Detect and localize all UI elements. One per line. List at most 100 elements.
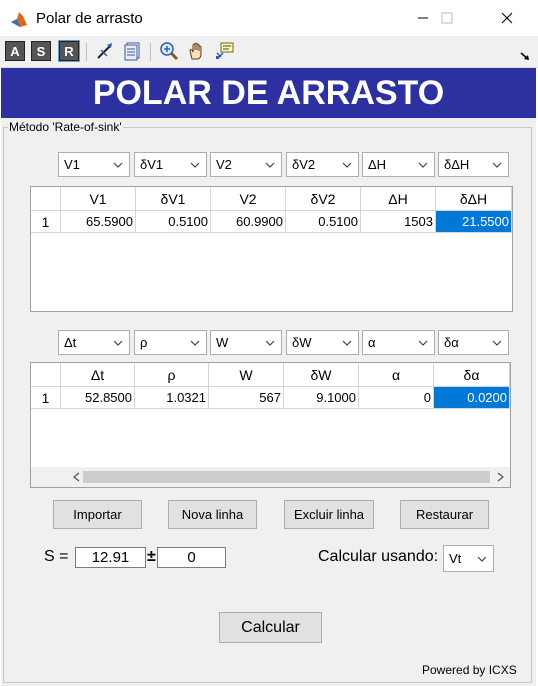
horizontal-scrollbar[interactable] bbox=[31, 467, 510, 487]
column-header[interactable]: V2 bbox=[211, 187, 286, 211]
chevron-down-icon bbox=[486, 331, 508, 354]
column-select-2[interactable]: δV1 bbox=[134, 152, 207, 177]
select-value: α bbox=[368, 335, 376, 350]
select-value: ΔH bbox=[368, 157, 387, 172]
column-header[interactable]: W bbox=[209, 363, 284, 387]
property-inspector-button[interactable] bbox=[122, 40, 144, 62]
select-value: δV2 bbox=[292, 157, 316, 172]
column-select-5[interactable]: ΔH bbox=[362, 152, 435, 177]
column-select-9[interactable]: W bbox=[210, 330, 282, 355]
column-select-7[interactable]: Δt bbox=[58, 330, 130, 355]
select-value: δα bbox=[444, 335, 459, 350]
column-select-1[interactable]: V1 bbox=[58, 152, 130, 177]
table-cell[interactable]: 0.5100 bbox=[286, 211, 361, 233]
table-cell[interactable]: 65.5900 bbox=[61, 211, 136, 233]
edit-plot-button[interactable] bbox=[94, 40, 116, 62]
pan-button[interactable] bbox=[186, 40, 208, 62]
column-select-11[interactable]: α bbox=[362, 330, 435, 355]
chevron-down-icon bbox=[184, 331, 206, 354]
import-button[interactable]: Importar bbox=[53, 500, 142, 529]
column-header[interactable]: α bbox=[359, 363, 434, 387]
scroll-right-icon[interactable] bbox=[490, 471, 510, 483]
powered-by-label: Powered by ICXS bbox=[422, 663, 517, 677]
chevron-down-icon bbox=[412, 153, 434, 176]
chevron-down-icon bbox=[471, 546, 493, 571]
column-select-10[interactable]: δW bbox=[286, 330, 359, 355]
s-value-field[interactable]: 12.91 bbox=[75, 547, 146, 568]
column-select-4[interactable]: δV2 bbox=[286, 152, 359, 177]
zoom-in-icon bbox=[160, 42, 179, 61]
zoom-in-button[interactable] bbox=[158, 40, 180, 62]
calc-using-select[interactable]: Vt bbox=[443, 545, 494, 572]
title-bar: Polar de arrasto bbox=[0, 0, 538, 36]
column-header[interactable]: V1 bbox=[61, 187, 136, 211]
column-select-12[interactable]: δα bbox=[438, 330, 509, 355]
chevron-down-icon bbox=[259, 331, 281, 354]
maximize-button[interactable] bbox=[424, 0, 470, 36]
select-value: Vt bbox=[449, 551, 462, 566]
data-cursor-button[interactable] bbox=[214, 40, 236, 62]
column-header[interactable]: δα bbox=[434, 363, 510, 387]
chevron-down-icon bbox=[486, 153, 508, 176]
table-cell[interactable]: 60.9900 bbox=[211, 211, 286, 233]
scrollbar-thumb[interactable] bbox=[83, 471, 490, 483]
delete-row-button[interactable]: Excluir linha bbox=[284, 500, 374, 529]
toolbar-separator bbox=[86, 43, 87, 61]
data-table-1[interactable]: V1 δV1 V2 δV2 ΔH δΔH 1 65.5900 0.5100 60… bbox=[30, 186, 513, 312]
column-header[interactable]: δW bbox=[284, 363, 359, 387]
data-table-2[interactable]: Δt ρ W δW α δα 1 52.8500 1.0321 567 9.10… bbox=[30, 362, 511, 488]
column-select-8[interactable]: ρ bbox=[134, 330, 207, 355]
table-cell[interactable]: 1503 bbox=[361, 211, 436, 233]
page-title-banner: POLAR DE ARRASTO bbox=[1, 68, 536, 118]
select-value: δΔH bbox=[444, 157, 470, 172]
select-value: W bbox=[216, 335, 229, 350]
new-row-button[interactable]: Nova linha bbox=[168, 500, 257, 529]
calc-using-label: Calcular usando: bbox=[318, 548, 439, 565]
restore-button[interactable]: Restaurar bbox=[400, 500, 489, 529]
plus-minus-label: ± bbox=[147, 548, 156, 565]
chevron-down-icon bbox=[184, 153, 206, 176]
chevron-down-icon bbox=[107, 153, 129, 176]
chevron-down-icon bbox=[412, 331, 434, 354]
toolbar-dock-arrow-icon[interactable] bbox=[520, 48, 530, 66]
table-cell-selected[interactable]: 0.0200 bbox=[434, 387, 510, 409]
table-cell[interactable]: 52.8500 bbox=[61, 387, 135, 409]
chevron-down-icon bbox=[336, 331, 358, 354]
row-number[interactable]: 1 bbox=[31, 211, 61, 233]
calculate-button[interactable]: Calcular bbox=[219, 612, 322, 643]
table-cell[interactable]: 0.5100 bbox=[136, 211, 211, 233]
column-header[interactable]: ΔH bbox=[361, 187, 436, 211]
chevron-down-icon bbox=[259, 153, 281, 176]
column-select-6[interactable]: δΔH bbox=[438, 152, 509, 177]
column-header[interactable]: δV1 bbox=[136, 187, 211, 211]
close-button[interactable] bbox=[484, 0, 530, 36]
row-number[interactable]: 1 bbox=[31, 387, 61, 409]
table-cell[interactable]: 567 bbox=[209, 387, 284, 409]
matlab-app-icon bbox=[10, 10, 28, 28]
table-cell[interactable]: 9.1000 bbox=[284, 387, 359, 409]
letter-s-icon: S bbox=[31, 41, 51, 61]
column-header[interactable]: δV2 bbox=[286, 187, 361, 211]
column-select-3[interactable]: V2 bbox=[210, 152, 282, 177]
data-cursor-icon bbox=[216, 42, 234, 59]
figure-toolbar: A S R bbox=[0, 36, 538, 68]
column-header[interactable]: δΔH bbox=[436, 187, 512, 211]
annotate-s-button[interactable]: S bbox=[30, 40, 52, 62]
annotate-r-button[interactable]: R bbox=[58, 40, 80, 62]
panel-legend: Método 'Rate-of-sink' bbox=[8, 120, 123, 134]
window-title: Polar de arrasto bbox=[36, 10, 143, 27]
select-value: δV1 bbox=[140, 157, 164, 172]
select-value: V1 bbox=[64, 157, 80, 172]
toolbar-separator bbox=[150, 43, 151, 61]
column-header[interactable]: ρ bbox=[135, 363, 209, 387]
select-value: V2 bbox=[216, 157, 232, 172]
select-value: Δt bbox=[64, 335, 77, 350]
select-value: δW bbox=[292, 335, 312, 350]
table-cell[interactable]: 0 bbox=[359, 387, 434, 409]
table-cell[interactable]: 1.0321 bbox=[135, 387, 209, 409]
table-cell-selected[interactable]: 21.5500 bbox=[436, 211, 512, 233]
annotate-a-button[interactable]: A bbox=[4, 40, 26, 62]
letter-r-icon: R bbox=[59, 41, 79, 61]
column-header[interactable]: Δt bbox=[61, 363, 135, 387]
s-error-field[interactable]: 0 bbox=[157, 547, 226, 568]
